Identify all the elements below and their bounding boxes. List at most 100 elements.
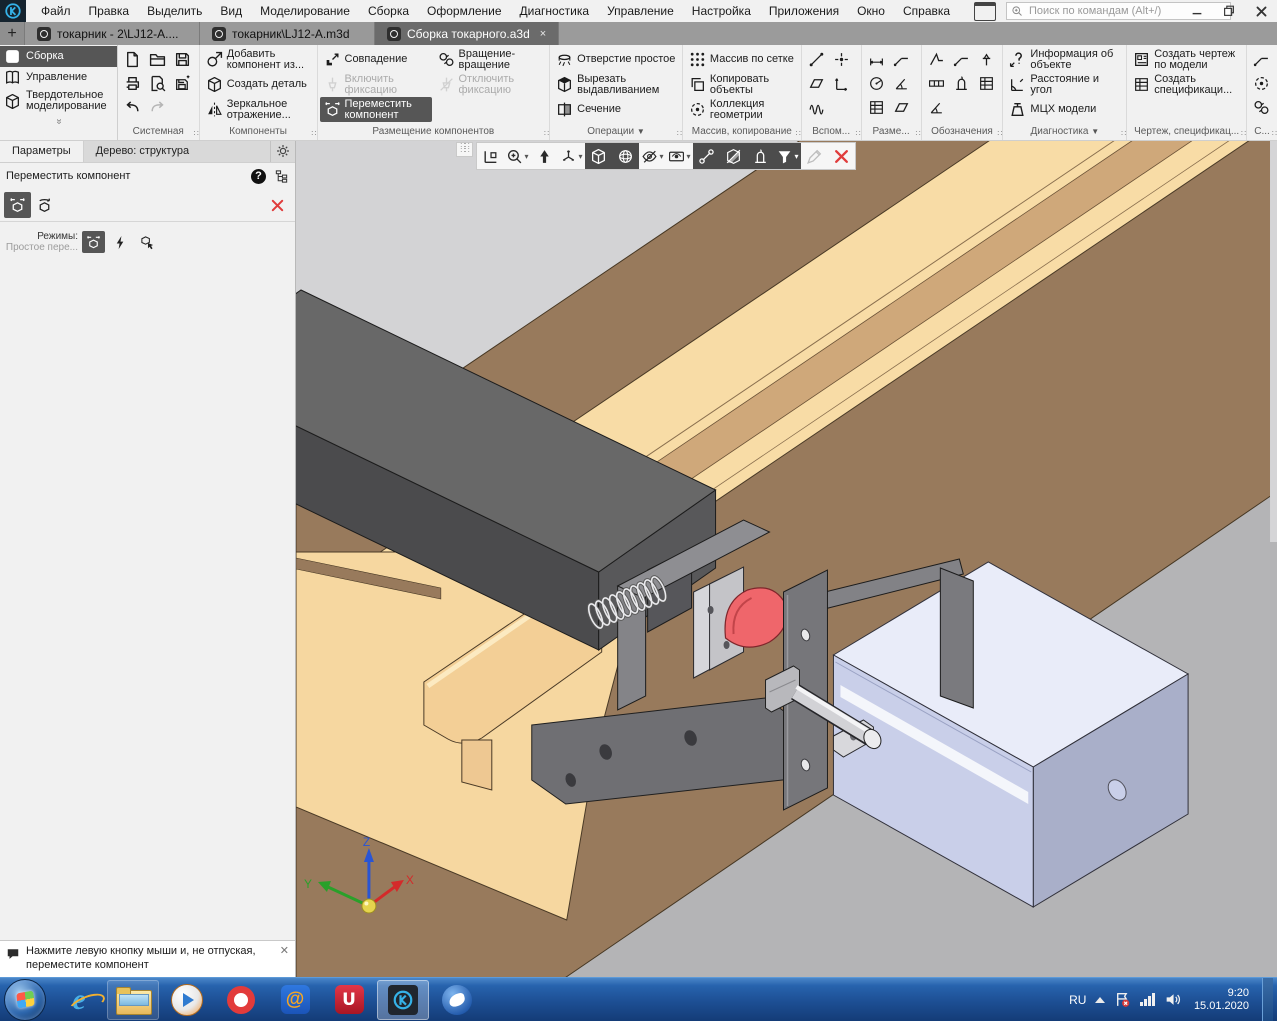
filter-button[interactable]: ▾ xyxy=(774,143,801,169)
s-refresh-button[interactable] xyxy=(1249,95,1274,119)
group-handle-icon[interactable]: ∷ xyxy=(544,129,548,138)
tab-tree-structure[interactable]: Дерево: структура xyxy=(84,140,271,162)
s-letters-button[interactable] xyxy=(1249,71,1274,95)
mode-simple-move-button[interactable] xyxy=(82,231,105,253)
new-document-tab-button[interactable]: + xyxy=(0,22,25,45)
group-handle-icon[interactable]: ∷ xyxy=(194,129,198,138)
add-component-button[interactable]: Добавить компонент из... xyxy=(202,47,315,72)
dim-edit-button[interactable] xyxy=(889,95,914,119)
angle-bracket-vertical[interactable] xyxy=(940,568,973,708)
aux-lcs-button[interactable] xyxy=(829,71,854,95)
notation-datum-button[interactable] xyxy=(974,47,999,71)
move-component-button[interactable]: Переместить компонент xyxy=(320,97,432,122)
document-tab-1[interactable]: токарник - 2\LJ12-A.... xyxy=(25,22,200,45)
group-handle-icon[interactable]: ∷ xyxy=(1121,129,1125,138)
zoom-button[interactable]: ▾ xyxy=(504,143,531,169)
nav-management[interactable]: Управление xyxy=(0,67,117,88)
restore-button[interactable] xyxy=(1213,0,1245,22)
orientation-button[interactable] xyxy=(531,143,558,169)
undo-button[interactable] xyxy=(120,95,145,119)
clip-view-button[interactable] xyxy=(720,143,747,169)
action-center-flag-icon[interactable] xyxy=(1114,991,1131,1008)
menu-help[interactable]: Справка xyxy=(894,1,959,21)
show-objects-button[interactable]: ▾ xyxy=(666,143,693,169)
wireframe-display-button[interactable] xyxy=(612,143,639,169)
group-handle-icon[interactable]: ∷ xyxy=(1272,129,1276,138)
menu-layout[interactable]: Оформление xyxy=(418,1,510,21)
menu-edit[interactable]: Правка xyxy=(80,1,139,21)
grid-array-button[interactable]: Массив по сетке xyxy=(685,47,799,72)
group-handle-icon[interactable]: ∷ xyxy=(856,129,860,138)
notation-tolerance-button[interactable] xyxy=(924,71,949,95)
mode-by-object-button[interactable] xyxy=(136,231,159,253)
group-handle-icon[interactable]: ∷ xyxy=(1241,129,1245,138)
disable-fix-button[interactable]: Отключить фиксацию xyxy=(434,72,546,97)
group-handle-icon[interactable]: ∷ xyxy=(311,129,315,138)
internet-explorer-icon[interactable]: e xyxy=(53,980,105,1020)
document-tab-active[interactable]: Сборка токарного.a3d × xyxy=(375,22,559,45)
notation-leader-button[interactable] xyxy=(949,47,974,71)
nav-assembly[interactable]: Сборка xyxy=(0,46,117,67)
coincide-button[interactable]: Совпадение xyxy=(320,47,432,72)
cancel-command-button[interactable] xyxy=(264,192,291,218)
enable-fix-button[interactable]: Включить фиксацию xyxy=(320,72,432,97)
aux-plane-button[interactable] xyxy=(804,71,829,95)
object-info-button[interactable]: Информация об объекте xyxy=(1005,47,1124,72)
notation-mark-button[interactable] xyxy=(949,71,974,95)
notation-cone-button[interactable] xyxy=(924,95,949,119)
aux-helix-button[interactable] xyxy=(804,95,829,119)
menu-applications[interactable]: Приложения xyxy=(760,1,848,21)
shaded-display-button[interactable] xyxy=(585,143,612,169)
group-handle-icon[interactable]: ∷ xyxy=(796,129,800,138)
copy-objects-button[interactable]: Копировать объекты xyxy=(685,72,799,97)
network-signal-icon[interactable] xyxy=(1140,993,1155,1006)
menu-diagnostics[interactable]: Диагностика xyxy=(511,1,599,21)
aux-point-button[interactable] xyxy=(829,47,854,71)
move-mode-button[interactable] xyxy=(4,192,31,218)
s-add-button[interactable] xyxy=(1249,47,1274,71)
new-document-button[interactable] xyxy=(120,47,145,71)
minimize-button[interactable] xyxy=(1181,0,1213,22)
dim-grid-button[interactable] xyxy=(864,95,889,119)
dim-leader-button[interactable] xyxy=(889,47,914,71)
simple-hole-button[interactable]: Отверстие простое xyxy=(552,47,680,72)
mass-properties-button[interactable]: МЦХ модели xyxy=(1005,97,1124,122)
geometry-collection-button[interactable]: Коллекция геометрии xyxy=(685,97,799,122)
print-button[interactable] xyxy=(120,71,145,95)
hint-close-icon[interactable]: ✕ xyxy=(280,944,289,978)
media-player-icon[interactable] xyxy=(161,980,213,1020)
menu-assembly[interactable]: Сборка xyxy=(359,1,418,21)
start-button[interactable] xyxy=(4,979,46,1021)
dim-angle-button[interactable] xyxy=(889,71,914,95)
menu-modeling[interactable]: Моделирование xyxy=(251,1,359,21)
panel-settings-gear-icon[interactable] xyxy=(271,140,295,162)
close-overlay-button[interactable] xyxy=(828,143,855,169)
menu-window[interactable]: Окно xyxy=(848,1,894,21)
file-explorer-icon[interactable] xyxy=(107,980,159,1020)
tree-view-icon[interactable] xyxy=(274,169,289,184)
view-orientation-button[interactable]: ▾ xyxy=(558,143,585,169)
snap-settings-button[interactable] xyxy=(693,143,720,169)
cut-extrude-button[interactable]: Вырезать выдавливанием xyxy=(552,72,680,97)
rotation-rotation-button[interactable]: Вращение-вращение xyxy=(434,47,546,72)
kompas-logo-icon[interactable] xyxy=(0,0,26,22)
rotate-mode-button[interactable] xyxy=(31,192,58,218)
aux-axis-button[interactable] xyxy=(804,47,829,71)
help-icon[interactable]: ? xyxy=(251,169,266,184)
volume-icon[interactable] xyxy=(1164,991,1181,1008)
dim-radial-button[interactable] xyxy=(864,71,889,95)
red-app-icon[interactable]: U xyxy=(323,980,375,1020)
notation-rough-button[interactable] xyxy=(924,47,949,71)
mail-ru-icon[interactable]: @ xyxy=(269,980,321,1020)
clock[interactable]: 9:20 15.01.2020 xyxy=(1194,987,1249,1013)
render-settings-button[interactable] xyxy=(747,143,774,169)
close-button[interactable] xyxy=(1245,0,1277,22)
hide-objects-button[interactable]: ▾ xyxy=(639,143,666,169)
tab-close-icon[interactable]: × xyxy=(540,28,546,40)
group-handle-icon[interactable]: ∷ xyxy=(915,129,919,138)
notation-table-button[interactable] xyxy=(974,71,999,95)
dim-linear-button[interactable] xyxy=(864,47,889,71)
menu-management[interactable]: Управление xyxy=(598,1,683,21)
3d-scene[interactable]: Z X Y xyxy=(296,140,1277,978)
group-handle-icon[interactable]: ∷ xyxy=(997,129,1001,138)
